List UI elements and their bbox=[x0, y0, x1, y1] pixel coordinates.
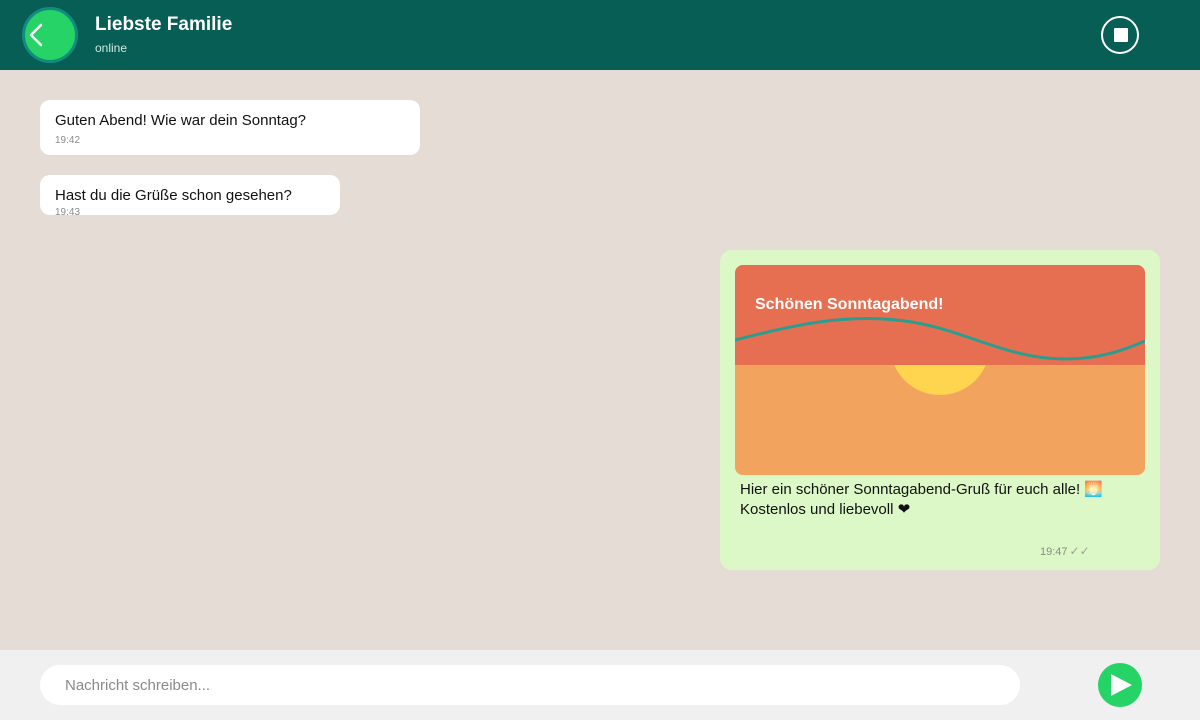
chat-status: online bbox=[95, 41, 128, 55]
chat-title: Liebste Familie bbox=[95, 14, 233, 35]
message-time-value: 19:47 bbox=[1040, 546, 1068, 558]
caption-line: Hier ein schöner Sonntagabend-Gruß für e… bbox=[740, 481, 1104, 498]
send-button[interactable] bbox=[1098, 663, 1142, 707]
incoming-message[interactable]: Hast du die Grüße schon gesehen? 19:43 bbox=[40, 175, 340, 215]
message-input[interactable] bbox=[40, 665, 1020, 705]
send-icon bbox=[1111, 674, 1132, 696]
chat-header: Liebste Familie online bbox=[0, 0, 1200, 70]
message-text: Hast du die Grüße schon gesehen? bbox=[55, 187, 292, 204]
outgoing-message[interactable]: Schönen Sonntagabend! Hier ein schöner S… bbox=[720, 250, 1160, 570]
greeting-card-image[interactable]: Schönen Sonntagabend! bbox=[735, 265, 1145, 475]
back-button[interactable] bbox=[22, 7, 78, 63]
incoming-message[interactable]: Guten Abend! Wie war dein Sonntag? 19:42 bbox=[40, 100, 420, 155]
message-text: Guten Abend! Wie war dein Sonntag? bbox=[55, 112, 307, 129]
chevron-left-icon bbox=[29, 23, 43, 47]
caption-line: Kostenlos und liebevoll ❤ bbox=[740, 501, 911, 518]
composer-bar bbox=[0, 650, 1200, 720]
card-title: Schönen Sonntagabend! bbox=[755, 296, 944, 313]
stop-icon bbox=[1114, 28, 1128, 42]
double-check-icon: ✓✓ bbox=[1069, 544, 1090, 558]
message-time: 19:47 ✓✓ bbox=[1040, 544, 1090, 558]
message-time: 19:43 bbox=[55, 207, 81, 215]
message-time: 19:42 bbox=[55, 135, 81, 146]
stop-button[interactable] bbox=[1101, 16, 1139, 54]
message-caption: Hier ein schöner Sonntagabend-Gruß für e… bbox=[740, 480, 1140, 520]
